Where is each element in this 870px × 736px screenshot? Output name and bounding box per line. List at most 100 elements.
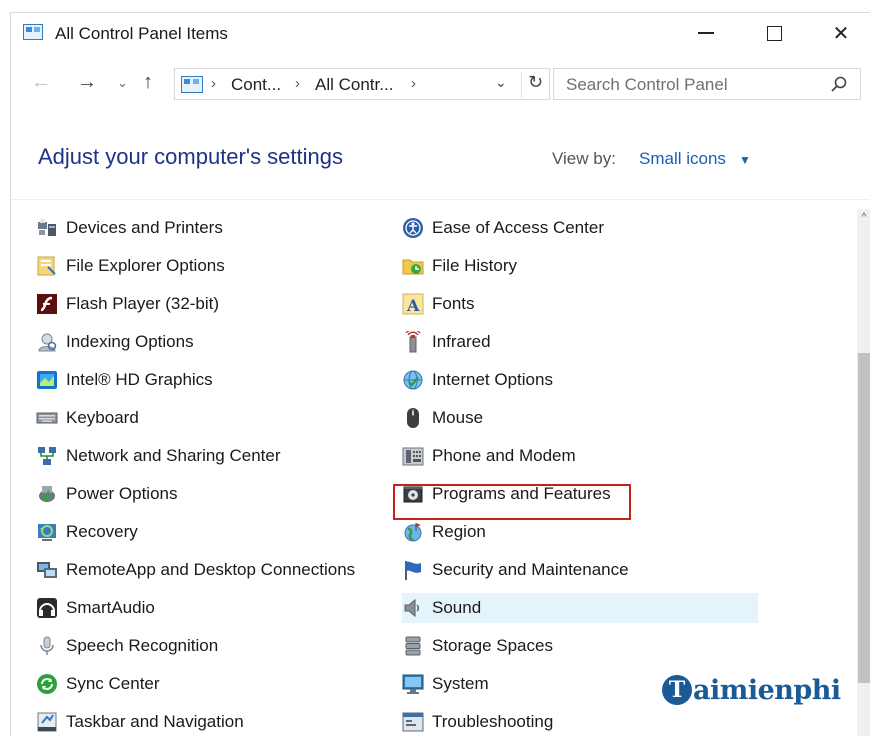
list-item-phone-and-modem[interactable]: Phone and Modem (402, 441, 576, 471)
sync-icon (36, 673, 58, 695)
list-item-speech-recognition[interactable]: Speech Recognition (36, 631, 218, 661)
list-item-network-and-sharing-center[interactable]: Network and Sharing Center (36, 441, 281, 471)
view-by-dropdown[interactable]: Small icons (639, 149, 726, 169)
list-item-system[interactable]: System (402, 669, 489, 699)
list-item-label: Intel® HD Graphics (66, 370, 213, 389)
list-item-label: RemoteApp and Desktop Connections (66, 560, 356, 579)
list-item-label: File Explorer Options (66, 256, 225, 275)
list-item-power-options[interactable]: Power Options (36, 479, 178, 509)
system-icon (402, 673, 424, 695)
list-item-flash-player[interactable]: Flash Player (32-bit) (36, 289, 219, 319)
list-item-indexing-options[interactable]: Indexing Options (36, 327, 194, 357)
back-arrow-icon[interactable]: ← (31, 71, 51, 94)
view-by-label: View by: (552, 149, 616, 168)
window-title: All Control Panel Items (55, 24, 228, 43)
list-item-label: Power Options (66, 484, 178, 503)
navigation-bar: ← → ⌄ ↑ › Cont... › All Contr... › ⌄ ↻ S… (11, 65, 870, 101)
power-icon (36, 483, 58, 505)
list-item-taskbar-and-navigation[interactable]: Taskbar and Navigation (36, 707, 244, 736)
search-icon[interactable] (830, 75, 848, 93)
remoteapp-icon (36, 559, 58, 581)
list-item-label: Devices and Printers (66, 218, 223, 237)
watermark-logo-icon: T (662, 675, 692, 705)
maximize-button[interactable] (744, 13, 804, 53)
troubleshooting-icon (402, 711, 424, 733)
minimize-icon (698, 32, 714, 34)
list-item-label: SmartAudio (66, 598, 155, 617)
list-item-label: Storage Spaces (432, 636, 553, 655)
list-item-troubleshooting[interactable]: Troubleshooting (402, 707, 553, 736)
page-title: Adjust your computer's settings (38, 144, 344, 169)
list-item-label: Recovery (66, 522, 138, 541)
list-item-label: Region (432, 522, 486, 541)
address-dropdown-icon[interactable]: ⌄ (495, 74, 507, 91)
network-icon (36, 445, 58, 467)
list-item-file-explorer-options[interactable]: File Explorer Options (36, 251, 225, 281)
breadcrumb-control-panel[interactable]: Cont... (231, 75, 281, 95)
list-item-infrared[interactable]: Infrared (402, 327, 491, 357)
title-bar[interactable]: All Control Panel Items ✕ (11, 13, 870, 53)
search-input[interactable]: Search Control Panel (553, 68, 861, 100)
recovery-icon (36, 521, 58, 543)
minimize-button[interactable] (676, 13, 736, 53)
taskbar-icon (36, 711, 58, 733)
scroll-thumb[interactable] (858, 353, 870, 683)
up-arrow-icon[interactable]: ↑ (143, 71, 153, 94)
mouse-icon (402, 407, 424, 429)
list-item-region[interactable]: Region (402, 517, 486, 547)
recent-locations-chevron-icon[interactable]: ⌄ (117, 75, 128, 91)
vertical-scrollbar[interactable]: ^ (857, 209, 870, 736)
svg-text:A: A (406, 296, 420, 315)
list-item-label: Speech Recognition (66, 636, 219, 655)
list-item-label: System (432, 674, 489, 693)
breadcrumb-all-items[interactable]: All Contr... (315, 75, 393, 95)
list-item-ease-of-access-center[interactable]: Ease of Access Center (402, 213, 604, 243)
list-item-internet-options[interactable]: Internet Options (402, 365, 553, 395)
list-item-label: Mouse (432, 408, 484, 427)
list-item-label: Flash Player (32-bit) (66, 294, 220, 313)
list-item-fonts[interactable]: A Fonts (402, 289, 475, 319)
list-item-label: Security and Maintenance (432, 560, 629, 579)
microphone-icon (36, 635, 58, 657)
keyboard-icon (36, 407, 58, 429)
list-item-devices-and-printers[interactable]: Devices and Printers (36, 213, 223, 243)
watermark-text: aimienphi (693, 674, 841, 706)
list-item-label: Indexing Options (66, 332, 194, 351)
breadcrumb-separator-icon[interactable]: › (411, 75, 416, 92)
refresh-icon[interactable]: ↻ (521, 72, 549, 98)
flag-icon (402, 559, 424, 581)
view-by-caret-icon[interactable]: ▼ (739, 153, 751, 167)
list-item-mouse[interactable]: Mouse (402, 403, 483, 433)
list-item-label: Fonts (432, 294, 475, 313)
control-panel-window: All Control Panel Items ✕ ← → ⌄ ↑ › Cont… (10, 12, 870, 736)
list-item-keyboard[interactable]: Keyboard (36, 403, 139, 433)
list-item-intel-hd-graphics[interactable]: Intel® HD Graphics (36, 365, 213, 395)
close-icon: ✕ (832, 22, 850, 45)
list-item-remoteapp[interactable]: RemoteApp and Desktop Connections (36, 555, 355, 585)
list-item-smartaudio[interactable]: SmartAudio (36, 593, 155, 623)
address-bar[interactable]: › Cont... › All Contr... › ⌄ ↻ (174, 68, 550, 100)
list-item-recovery[interactable]: Recovery (36, 517, 138, 547)
smartaudio-icon (36, 597, 58, 619)
ease-of-access-icon (402, 217, 424, 239)
list-item-sync-center[interactable]: Sync Center (36, 669, 160, 699)
watermark-logo: T aimienphi (662, 670, 841, 710)
control-panel-icon (23, 24, 43, 40)
list-item-file-history[interactable]: File History (402, 251, 517, 281)
list-item-sound[interactable]: Sound (402, 593, 758, 623)
breadcrumb-separator-icon[interactable]: › (295, 75, 300, 92)
search-placeholder: Search Control Panel (566, 75, 728, 94)
forward-arrow-icon[interactable]: → (77, 71, 97, 94)
printer-icon (36, 217, 58, 239)
list-item-label: Sync Center (66, 674, 160, 693)
scroll-up-icon[interactable]: ^ (857, 209, 870, 227)
storage-icon (402, 635, 424, 657)
intel-graphics-icon (36, 369, 58, 391)
list-item-security-and-maintenance[interactable]: Security and Maintenance (402, 555, 629, 585)
region-icon (402, 521, 424, 543)
list-item-storage-spaces[interactable]: Storage Spaces (402, 631, 553, 661)
list-item-label: Keyboard (66, 408, 139, 427)
highlight-annotation-box (393, 484, 631, 520)
header-divider (11, 199, 870, 200)
close-button[interactable]: ✕ (811, 13, 870, 53)
